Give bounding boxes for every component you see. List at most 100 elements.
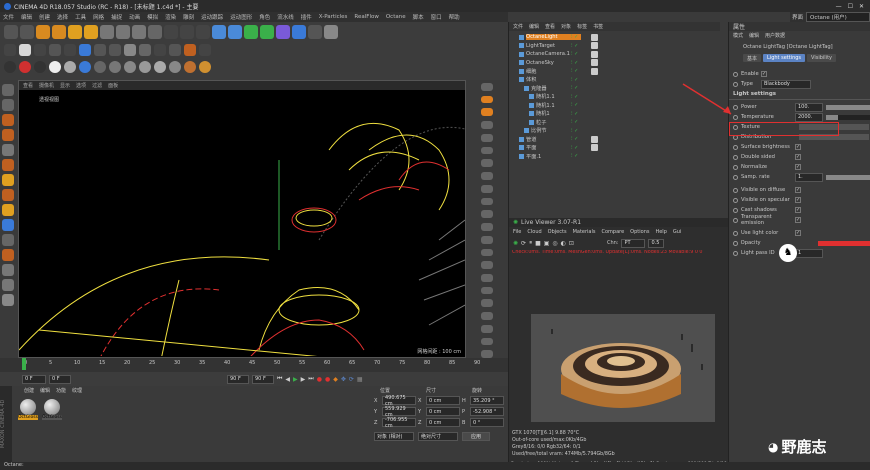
send-scene-icon[interactable]: ✺ xyxy=(513,240,518,247)
menu-item[interactable]: 窗口 xyxy=(431,13,442,21)
toolbar-icon[interactable] xyxy=(4,44,16,56)
side-tool-icon[interactable] xyxy=(481,133,493,142)
attribute-checkbox[interactable]: ✓ xyxy=(795,230,801,236)
move-key-icon[interactable]: ✥ xyxy=(341,376,346,383)
object-row[interactable]: 管道 ⁝ ✓ xyxy=(509,135,720,144)
visibility-dots[interactable]: ⁝ ✓ xyxy=(571,102,578,108)
side-tool-icon[interactable] xyxy=(481,261,493,270)
pause-icon[interactable]: ⏸ xyxy=(529,239,532,247)
toolbar-icon[interactable] xyxy=(169,44,181,56)
clay-icon[interactable]: ◐ xyxy=(561,240,566,247)
type-dropdown[interactable]: Blackbody xyxy=(761,79,811,89)
current-frame-field[interactable]: 0 F xyxy=(22,374,46,384)
minimize-icon[interactable]: — xyxy=(836,3,842,10)
visibility-dots[interactable]: ⁝ ✓ xyxy=(571,60,578,66)
menu-item[interactable]: 运动图形 xyxy=(230,13,252,21)
scale-icon[interactable] xyxy=(68,25,82,39)
left-tool-icon[interactable] xyxy=(2,264,14,276)
attribute-tab[interactable]: 基本 xyxy=(743,54,762,62)
object-menu-item[interactable]: 书签 xyxy=(593,23,603,30)
menu-item[interactable]: 脚本 xyxy=(413,13,424,21)
restart-icon[interactable]: ⟳ xyxy=(521,240,526,247)
deformer-icon[interactable] xyxy=(276,25,290,39)
playhead-icon[interactable] xyxy=(22,358,26,370)
object-row[interactable]: OctaneSky ⁝ ✓ xyxy=(509,59,720,68)
side-tool-icon[interactable] xyxy=(481,223,493,231)
material-preset-icon[interactable] xyxy=(124,61,136,73)
side-tool-icon[interactable] xyxy=(481,248,493,257)
pick-focus-icon[interactable]: ◎ xyxy=(552,240,557,247)
material-preset-icon[interactable] xyxy=(49,61,61,73)
visibility-dots[interactable]: ⁝ ✓ xyxy=(571,51,578,57)
light-icon[interactable] xyxy=(324,25,338,39)
material-preset-icon[interactable] xyxy=(184,61,196,73)
object-tag-icon[interactable] xyxy=(591,33,598,41)
material-preset-icon[interactable] xyxy=(64,61,76,73)
menu-item[interactable]: 雕刻 xyxy=(183,13,194,21)
visibility-dots[interactable]: ⁝ ✓ xyxy=(571,128,578,134)
menu-item[interactable]: 网格 xyxy=(93,13,104,21)
toolbar-icon[interactable] xyxy=(49,44,61,56)
side-tool-icon[interactable] xyxy=(481,299,493,308)
menu-item[interactable]: 渲染 xyxy=(165,13,176,21)
menu-item[interactable]: 工具 xyxy=(75,13,86,21)
opacity-slider[interactable] xyxy=(817,240,870,246)
material-preset-icon[interactable] xyxy=(109,61,121,73)
toolbar-icon[interactable] xyxy=(184,44,196,56)
side-tool-icon[interactable] xyxy=(481,172,493,180)
coord-mode-dropdown[interactable]: 对象 (相对) xyxy=(374,432,414,441)
render-settings-icon[interactable] xyxy=(196,25,210,39)
attribute-checkbox[interactable]: ✓ xyxy=(795,207,801,213)
object-menu-item[interactable]: 编辑 xyxy=(529,23,539,30)
visibility-dots[interactable]: ⁝ ✓ xyxy=(571,145,578,151)
attribute-tab[interactable]: Light settings xyxy=(763,54,806,62)
live-viewer-menu-item[interactable]: Compare xyxy=(601,229,624,235)
side-tool-icon[interactable] xyxy=(481,83,493,91)
close-icon[interactable]: ✕ xyxy=(859,3,864,10)
menu-item[interactable]: 帮助 xyxy=(449,13,460,21)
z-axis-icon[interactable] xyxy=(132,25,146,39)
channel-dropdown[interactable]: PT xyxy=(621,238,646,248)
subdivision-icon[interactable] xyxy=(244,25,258,39)
cube-icon[interactable] xyxy=(212,25,226,39)
left-tool-icon[interactable] xyxy=(2,99,14,111)
toolbar-icon[interactable] xyxy=(109,44,121,56)
coord-value-field[interactable]: 490.675 cm xyxy=(382,395,416,407)
side-tool-icon[interactable] xyxy=(481,350,493,359)
material-preset-icon[interactable] xyxy=(4,61,16,73)
left-tool-icon[interactable] xyxy=(2,219,14,231)
material-preset-icon[interactable] xyxy=(154,61,166,73)
side-tool-icon[interactable] xyxy=(481,312,493,320)
material-preset-icon[interactable] xyxy=(199,61,211,73)
side-tool-icon[interactable] xyxy=(481,184,493,193)
live-viewer-menu-item[interactable]: Help xyxy=(655,229,666,235)
coord-value-field[interactable]: -52.908 ° xyxy=(470,407,504,416)
side-tool-icon[interactable] xyxy=(481,197,493,206)
side-tool-icon[interactable] xyxy=(481,286,493,295)
viewport-menu-item[interactable]: 选项 xyxy=(76,82,86,89)
layout-dropdown[interactable]: Octane (用户) xyxy=(806,12,870,22)
object-tag-icon[interactable] xyxy=(591,42,598,50)
menu-item[interactable]: 模拟 xyxy=(147,13,158,21)
attribute-checkbox[interactable]: ✓ xyxy=(795,187,801,193)
live-viewer-menu-item[interactable]: Materials xyxy=(573,229,596,235)
attribute-value-field[interactable]: 1. xyxy=(795,172,823,182)
side-tool-icon[interactable] xyxy=(481,324,493,333)
menu-item[interactable]: RealFlow xyxy=(354,14,378,20)
toolbar-icon[interactable] xyxy=(19,44,31,56)
attribute-checkbox[interactable]: ✓ xyxy=(795,217,801,223)
side-tool-icon[interactable] xyxy=(481,121,493,129)
visibility-dots[interactable]: ⁝ ✓ xyxy=(571,43,578,49)
left-tool-icon[interactable] xyxy=(2,249,14,261)
object-row[interactable]: LightTarget ⁝ ✓ xyxy=(509,42,720,51)
pen-icon[interactable] xyxy=(228,25,242,39)
object-tag-icon[interactable] xyxy=(591,59,598,67)
material-preset-icon[interactable] xyxy=(34,61,46,73)
attribute-tab[interactable]: Visibility xyxy=(807,54,836,62)
maximize-icon[interactable]: ☐ xyxy=(848,3,853,10)
side-tool-icon[interactable] xyxy=(481,159,493,168)
live-viewer-menu-item[interactable]: Gui xyxy=(673,229,681,235)
left-tool-icon[interactable] xyxy=(2,294,14,306)
timeline[interactable]: 051015202530354045505560657075808590 xyxy=(0,358,508,372)
render-view-icon[interactable] xyxy=(164,25,178,39)
